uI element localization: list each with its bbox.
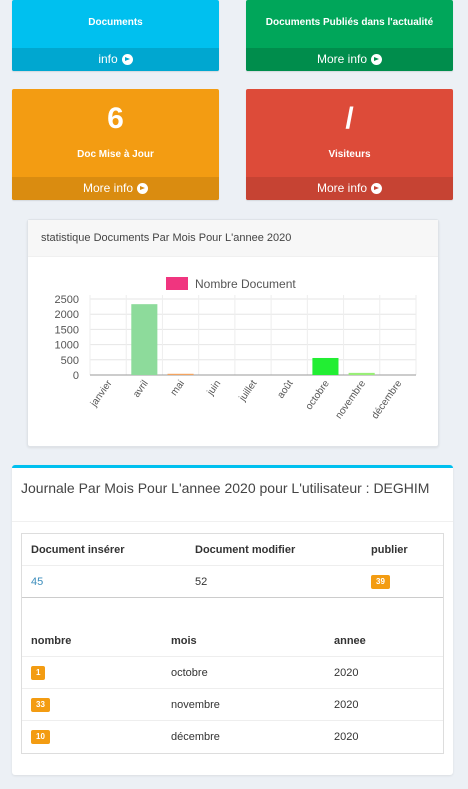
- table-row: 10 décembre 2020: [22, 721, 443, 753]
- x-tick-label: novembre: [334, 378, 369, 421]
- row-month: décembre: [171, 731, 220, 743]
- documents-box: Documents info: [12, 0, 219, 71]
- inserted-count-link[interactable]: 45: [31, 576, 43, 588]
- published-info-link[interactable]: More info: [246, 48, 453, 71]
- updated-box: 6 Doc Mise à Jour More info: [12, 89, 219, 200]
- row-count-badge: 33: [31, 698, 50, 712]
- detail-header-row: nombre mois annee: [22, 625, 443, 657]
- summary-header-modified: Document modifier: [195, 544, 296, 556]
- visitors-count: /: [345, 102, 354, 135]
- documents-info-link[interactable]: info: [12, 48, 219, 71]
- x-tick-label: décembre: [370, 378, 405, 421]
- row-year: 2020: [334, 667, 359, 679]
- summary-header-published: publier: [371, 544, 408, 556]
- y-tick-label: 2000: [55, 309, 79, 321]
- summary-row: 45 52 39: [22, 566, 443, 598]
- row-count-badge: 1: [31, 666, 46, 680]
- published-count-badge: 39: [371, 575, 390, 589]
- legend-swatch: [166, 277, 188, 290]
- detail-header-year: annee: [334, 635, 366, 647]
- arrow-circle-right-icon: [371, 54, 383, 65]
- detail-header-month: mois: [171, 635, 197, 647]
- arrow-circle-right-icon: [137, 183, 149, 194]
- row-month: octobre: [171, 667, 208, 679]
- y-tick-label: 1500: [55, 324, 79, 336]
- row-month: novembre: [171, 699, 220, 711]
- updated-count: 6: [107, 102, 124, 135]
- arrow-circle-right-icon: [371, 183, 383, 194]
- statistics-chart-box: statistique Documents Par Mois Pour L'an…: [27, 219, 439, 447]
- y-tick-label: 2500: [55, 294, 79, 306]
- x-tick-label: juillet: [237, 378, 260, 404]
- visitors-more-info-link[interactable]: More info: [246, 177, 453, 200]
- visitors-box: / Visiteurs More info: [246, 89, 453, 200]
- x-tick-label: mai: [169, 378, 187, 398]
- summary-header-inserted: Document insérer: [31, 544, 125, 556]
- bar-avril: [131, 304, 158, 375]
- table-row: 33 novembre 2020: [22, 689, 443, 721]
- table-row: 1 octobre 2020: [22, 657, 443, 689]
- x-tick-label: octobre: [304, 378, 332, 412]
- y-tick-label: 500: [61, 355, 79, 367]
- updated-label: Doc Mise à Jour: [77, 149, 154, 160]
- documents-label: Documents: [88, 17, 143, 28]
- x-tick-label: août: [276, 378, 296, 400]
- summary-header-row: Document insérer Document modifier publi…: [22, 534, 443, 566]
- y-tick-label: 0: [73, 370, 79, 382]
- journal-title: Journale Par Mois Pour L'annee 2020 pour…: [12, 468, 453, 522]
- bar-mai: [167, 373, 194, 375]
- chart-box-title: statistique Documents Par Mois Pour L'an…: [28, 220, 438, 257]
- updated-more-info-link[interactable]: More info: [12, 177, 219, 200]
- y-tick-label: 1000: [55, 340, 79, 352]
- x-tick-label: juin: [205, 378, 224, 398]
- bar-octobre: [312, 357, 339, 375]
- visitors-label: Visiteurs: [328, 149, 371, 160]
- published-box: Documents Publiés dans l'actualité More …: [246, 0, 453, 71]
- x-tick-label: janvier: [88, 378, 115, 410]
- documents-bar-chart: Nombre Document 2500 2000 1500 1000 500 0 janvi…: [55, 277, 417, 421]
- row-count-badge: 10: [31, 730, 50, 744]
- published-label: Documents Publiés dans l'actualité: [265, 17, 434, 28]
- journal-box: Journale Par Mois Pour L'annee 2020 pour…: [12, 465, 453, 775]
- bar-novembre: [348, 372, 375, 375]
- arrow-circle-right-icon: [121, 54, 133, 65]
- row-year: 2020: [334, 699, 359, 711]
- journal-table: Document insérer Document modifier publi…: [21, 533, 444, 754]
- x-tick-label: avril: [131, 378, 151, 399]
- detail-header-count: nombre: [31, 635, 72, 647]
- row-year: 2020: [334, 731, 359, 743]
- legend-label: Nombre Document: [195, 277, 296, 291]
- modified-count: 52: [195, 576, 208, 588]
